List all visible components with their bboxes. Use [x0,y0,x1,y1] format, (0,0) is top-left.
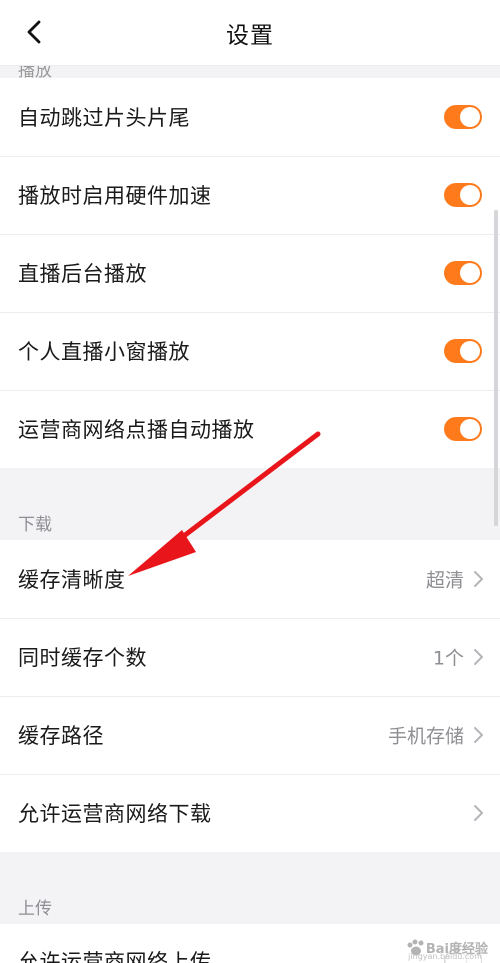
setting-row-concurrent-cache[interactable]: 同时缓存个数 1个 [0,618,500,696]
watermark-subtext: jingyan.baidu.com [408,952,482,961]
setting-row-carrier-autoplay: 运营商网络点播自动播放 [0,390,500,468]
setting-row-carrier-download[interactable]: 允许运营商网络下载 [0,774,500,852]
chevron-right-icon [474,649,483,665]
nav-bar: 设置 [0,0,500,66]
setting-row-skip-intro: 自动跳过片头片尾 [0,78,500,156]
setting-value: 1个 [432,647,464,670]
hw-accel-toggle[interactable] [444,183,482,207]
setting-row-hw-accel: 播放时启用硬件加速 [0,156,500,234]
download-section-title: 下载 [18,515,52,535]
download-settings-card: 缓存清晰度 超清 同时缓存个数 1个 缓存路径 手机存储 允许运营商网络下载 [0,540,500,852]
upload-section-title: 上传 [18,899,52,919]
skip-intro-toggle[interactable] [444,105,482,129]
live-mini-window-toggle[interactable] [444,339,482,363]
toggle-knob [460,107,480,127]
carrier-autoplay-toggle[interactable] [444,417,482,441]
setting-row-cache-path[interactable]: 缓存路径 手机存储 [0,696,500,774]
setting-row-live-mini-window: 个人直播小窗播放 [0,312,500,390]
setting-value: 手机存储 [387,725,464,748]
setting-label: 缓存清晰度 [18,568,126,592]
setting-row-cache-quality[interactable]: 缓存清晰度 超清 [0,540,500,618]
toggle-knob [460,341,480,361]
toggle-knob [460,185,480,205]
chevron-right-icon [474,727,483,743]
section-header-partial: 播放 [0,66,500,78]
setting-value: 超清 [425,569,464,592]
setting-label: 播放时启用硬件加速 [18,184,212,208]
chevron-right-icon [474,571,483,587]
setting-label: 自动跳过片头片尾 [18,106,190,130]
page-title: 设置 [226,23,274,49]
chevron-right-icon [474,805,483,821]
setting-label: 缓存路径 [18,724,104,748]
setting-label: 允许运营商网络下载 [18,802,212,826]
setting-label: 允许运营商网络上传 [18,950,212,963]
setting-label: 个人直播小窗播放 [18,340,190,364]
toggle-knob [460,263,480,283]
scrollbar[interactable] [494,210,498,526]
live-background-toggle[interactable] [444,261,482,285]
playback-settings-card: 自动跳过片头片尾 播放时启用硬件加速 直播后台播放 个人直播小窗播放 运营商网络… [0,78,500,468]
toggle-knob [460,419,480,439]
setting-row-live-background: 直播后台播放 [0,234,500,312]
setting-label: 直播后台播放 [18,262,147,286]
setting-label: 运营商网络点播自动播放 [18,418,255,442]
watermark: Bai度经验 jingyan.baidu.com [406,938,488,961]
setting-label: 同时缓存个数 [18,646,147,670]
